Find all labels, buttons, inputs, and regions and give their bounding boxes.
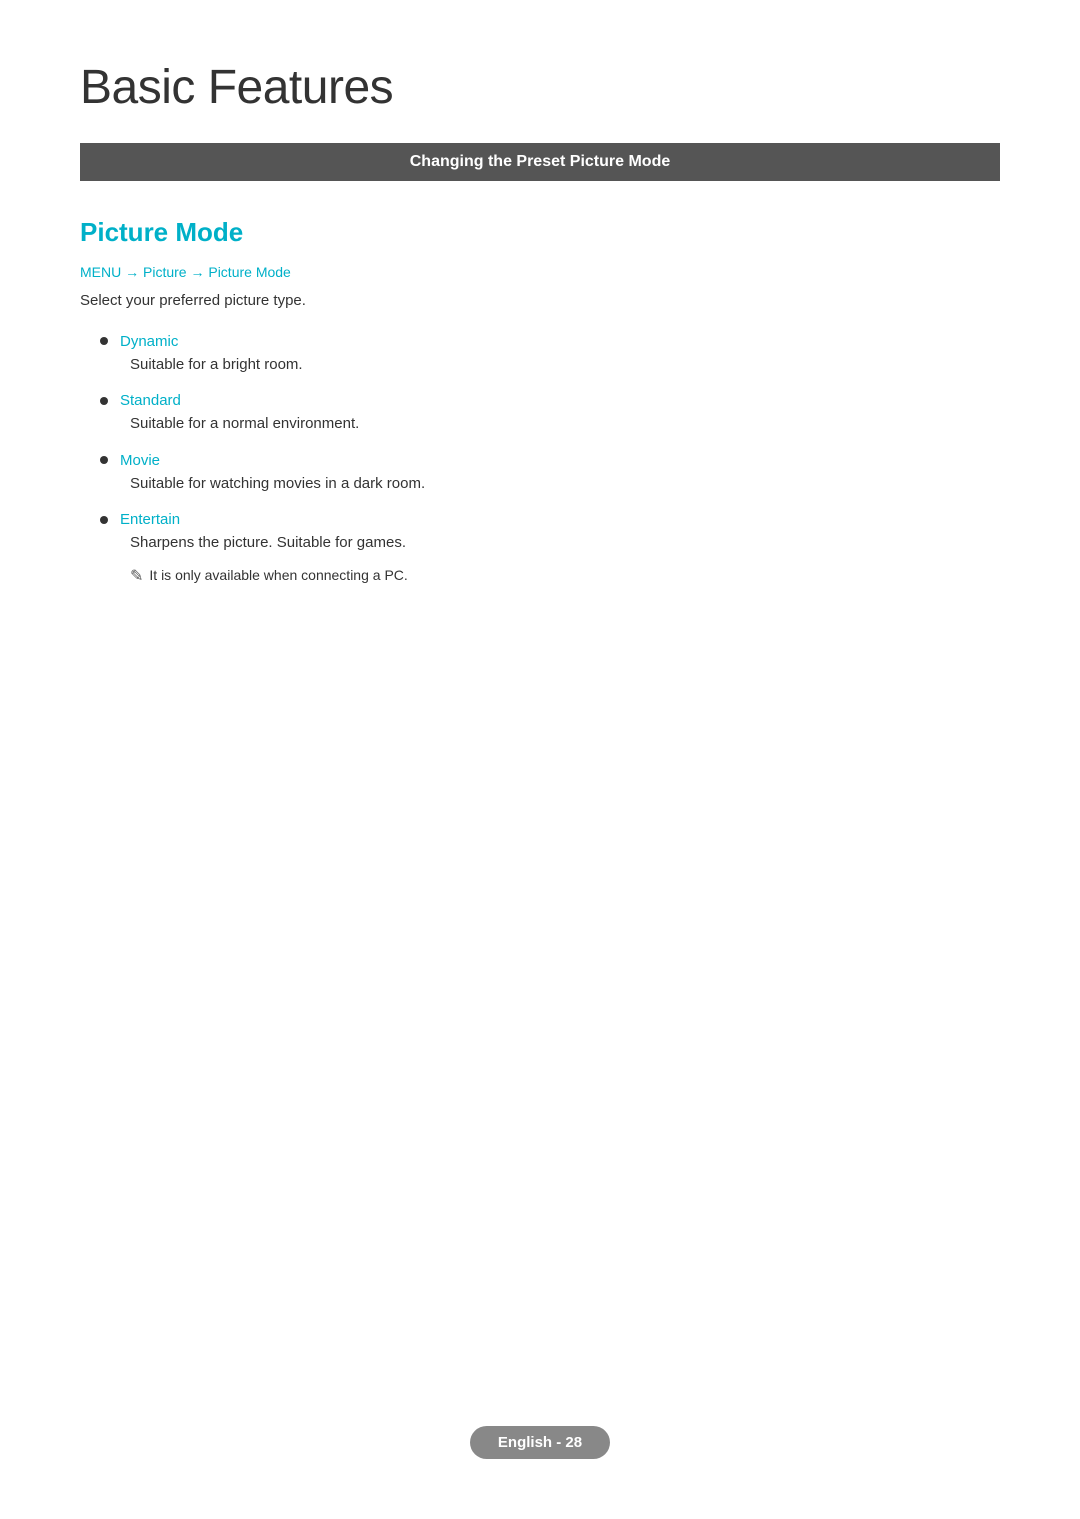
- list-item-description: Suitable for watching movies in a dark r…: [120, 473, 1000, 496]
- list-item-description: Suitable for a normal environment.: [120, 413, 1000, 436]
- list-item-label: Movie: [120, 452, 160, 469]
- page-title: Basic Features: [80, 60, 1000, 115]
- note-item: ✎ It is only available when connecting a …: [120, 565, 1000, 586]
- footer: English - 28: [0, 1426, 1080, 1459]
- intro-text: Select your preferred picture type.: [80, 290, 1000, 313]
- list-item-label: Entertain: [120, 511, 180, 528]
- list-bullet: [100, 516, 108, 524]
- list-item: Dynamic Suitable for a bright room.: [100, 333, 1000, 377]
- menu-path: MENU → Picture → Picture Mode: [80, 264, 1000, 280]
- page-container: Basic Features Changing the Preset Pictu…: [0, 0, 1080, 682]
- list-item-label: Standard: [120, 392, 181, 409]
- list-bullet: [100, 397, 108, 405]
- list-container: Dynamic Suitable for a bright room. Standa…: [100, 333, 1000, 586]
- section-title: Picture Mode: [80, 217, 1000, 248]
- section-header: Changing the Preset Picture Mode: [80, 143, 1000, 181]
- list-item: Movie Suitable for watching movies in a d…: [100, 452, 1000, 496]
- list-item-label: Dynamic: [120, 333, 178, 350]
- list-bullet: [100, 456, 108, 464]
- footer-badge: English - 28: [470, 1426, 610, 1459]
- note-icon: ✎: [130, 566, 143, 586]
- list-item-description: Suitable for a bright room.: [120, 354, 1000, 377]
- list-item: Standard Suitable for a normal environmen…: [100, 392, 1000, 436]
- list-item: Entertain Sharpens the picture. Suitable …: [100, 511, 1000, 586]
- list-bullet: [100, 337, 108, 345]
- list-item-description: Sharpens the picture. Suitable for games…: [120, 532, 1000, 555]
- note-text: It is only available when connecting a P…: [149, 565, 407, 586]
